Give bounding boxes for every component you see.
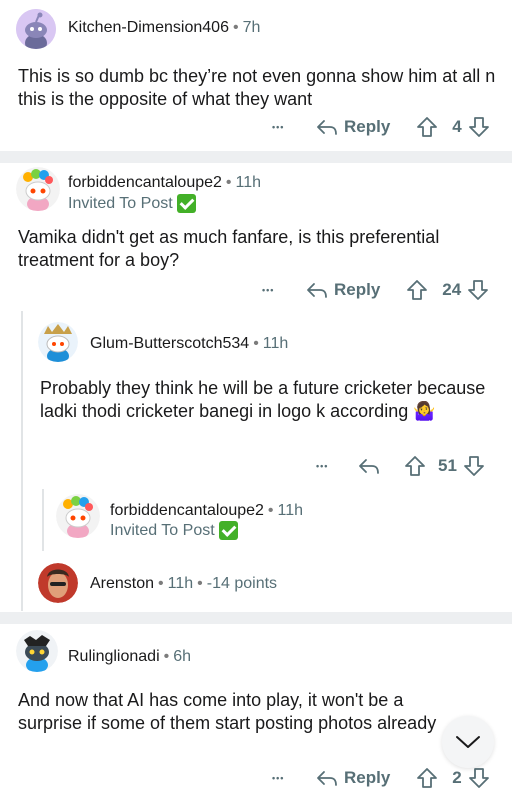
checkmark-icon [176,194,196,213]
reply-label: Reply [334,280,381,299]
comment-actions: ••• 51 [316,454,496,478]
separator: • [225,174,232,191]
upvote-icon[interactable] [404,455,426,477]
comment-body: Probably they think he will be a future … [40,377,496,423]
comment-divider [0,151,512,163]
avatar[interactable] [16,9,56,49]
comment-actions: ••• Reply 4 [272,115,496,139]
separator: • [232,19,239,36]
flair-label: Invited To Post [110,521,215,539]
user-flair: Invited To Post [68,194,196,213]
avatar[interactable] [56,494,100,538]
comment-header: forbiddencantaloupe2 • 11h [110,502,303,520]
vote-count: 4 [452,117,462,136]
separator: • [267,502,274,519]
timestamp: 11h [262,335,289,352]
comment-3: Rulinglionadi • 6h And now that AI has com… [0,624,512,789]
checkmark-icon [218,521,238,540]
timestamp: 11h [277,502,304,519]
thread-line[interactable] [21,311,23,611]
comment-header: Kitchen-Dimension406 • 7h [68,19,260,37]
username[interactable]: Arenston [90,575,154,592]
timestamp: 11h [235,174,262,191]
username[interactable]: forbiddencantaloupe2 [68,174,222,191]
snoo-avatar-icon [16,167,60,211]
chevron-down-icon [456,736,480,748]
upvote-icon[interactable] [416,116,438,138]
more-icon[interactable]: ••• [272,773,316,783]
separator: • [253,335,259,352]
thread-line[interactable] [42,489,44,551]
comment-header: forbiddencantaloupe2 • 11h [68,174,261,192]
downvote-icon[interactable] [467,279,489,301]
comment-body: Vamika didn't get as much fanfare, is th… [18,227,440,270]
more-icon[interactable]: ••• [272,122,316,132]
timestamp: 11h [167,575,194,592]
snoo-avatar-icon [16,630,58,672]
more-icon[interactable]: ••• [262,285,306,295]
username[interactable]: forbiddencantaloupe2 [110,502,264,519]
snoo-avatar-icon [16,9,56,49]
comment-header: Glum-Butterscotch534 • 11h [90,335,288,353]
scroll-down-button[interactable] [442,716,494,768]
reply-arrow-icon [307,283,327,298]
avatar[interactable] [16,630,58,672]
avatar[interactable] [38,322,78,362]
comment-header: Arenston • 11h • -14 points [90,575,277,593]
user-flair: Invited To Post [110,521,238,540]
reply-label: Reply [344,768,391,787]
more-icon[interactable]: ••• [316,461,358,471]
reply-button[interactable]: Reply [316,768,390,788]
comment-1: Kitchen-Dimension406 • 7h This is so dumb … [0,0,512,151]
comment-body: This is so dumb bc they’re not even gonn… [18,66,496,109]
avatar[interactable] [16,167,60,211]
user-photo-avatar [38,563,78,603]
flair-label: Invited To Post [68,194,173,212]
snoo-avatar-icon [38,322,78,362]
username[interactable]: Glum-Butterscotch534 [90,335,249,352]
comment-actions: ••• Reply 24 [262,278,496,302]
reply-arrow-icon [359,459,379,474]
reply-arrow-icon [317,120,337,135]
vote-count: 51 [438,456,457,475]
avatar[interactable] [38,563,78,603]
vote-count: 2 [452,768,462,787]
upvote-icon[interactable] [416,767,438,789]
snoo-avatar-icon [56,494,100,538]
reply-arrow-icon [317,771,337,786]
comment-2: forbiddencantaloupe2 • 11h Invited To Post… [0,163,512,612]
separator: • [197,575,203,592]
reply-button[interactable]: Reply [316,117,390,137]
comment-actions: ••• Reply 2 [272,766,496,789]
comment-divider [0,612,512,624]
username[interactable]: Rulinglionadi [68,648,160,665]
downvote-icon[interactable] [468,767,490,789]
downvote-icon[interactable] [463,455,485,477]
username[interactable]: Kitchen-Dimension406 [68,19,229,36]
reply-label: Reply [344,117,391,136]
timestamp: 7h [242,19,261,36]
separator: • [158,575,164,592]
upvote-icon[interactable] [406,279,428,301]
reply-button[interactable]: Reply [306,280,380,300]
reply-button[interactable] [358,457,380,475]
emoji: 🤷‍♀️ [413,401,436,421]
comment-header: Rulinglionadi • 6h [68,648,191,666]
timestamp: 6h [173,648,192,665]
downvote-icon[interactable] [468,116,490,138]
points: -14 points [206,575,278,592]
comment-body: And now that AI has come into play, it w… [18,690,437,733]
vote-count: 24 [442,280,462,299]
separator: • [163,648,170,665]
